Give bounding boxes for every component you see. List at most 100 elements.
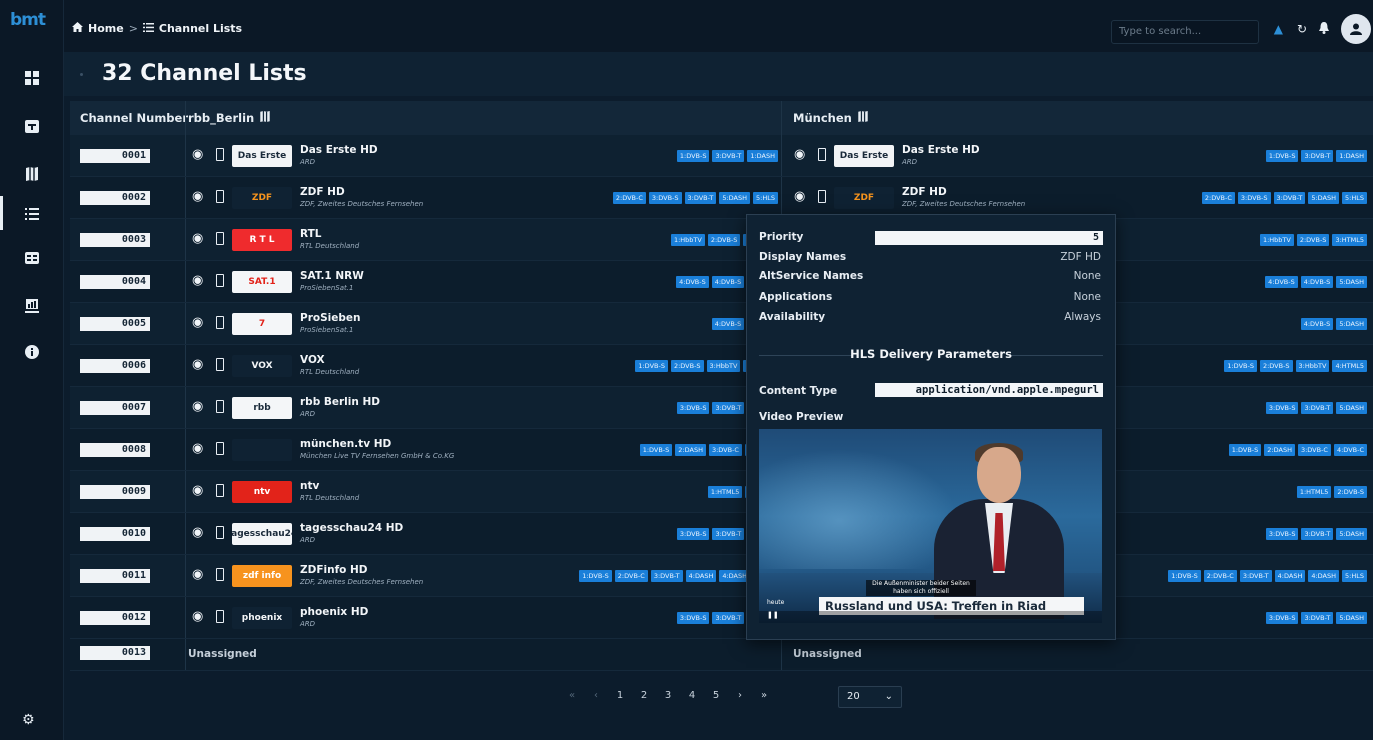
delivery-tag[interactable]: 3:DVB-T — [650, 570, 683, 582]
eye-icon[interactable]: ◉ — [794, 147, 805, 162]
eye-icon[interactable]: ◉ — [192, 441, 203, 456]
delivery-tag[interactable]: 5:DASH — [1308, 192, 1340, 204]
delivery-tag[interactable]: 5:DASH — [719, 192, 751, 204]
delivery-tag[interactable]: 4:DVB-S — [1300, 276, 1334, 288]
delivery-tag[interactable]: 4:DVB-S — [711, 318, 745, 330]
priority-input[interactable]: 5 — [875, 231, 1103, 245]
service-name[interactable]: SAT.1 NRW — [300, 270, 364, 282]
delivery-tag[interactable]: 1:HTML5 — [707, 486, 743, 498]
service-name[interactable]: ZDF HD — [902, 186, 947, 198]
delivery-tag[interactable]: 4:DVB-C — [1333, 444, 1367, 456]
delivery-tag[interactable]: 1:HTML5 — [1296, 486, 1332, 498]
delivery-tag[interactable]: 1:DVB-S — [1228, 444, 1262, 456]
delivery-tag[interactable]: 3:DVB-S — [1237, 192, 1271, 204]
home-icon[interactable] — [72, 22, 83, 35]
eye-icon[interactable]: ◉ — [192, 357, 203, 372]
eye-icon[interactable]: ◉ — [192, 315, 203, 330]
page-size-select[interactable]: 20 ⌄ — [838, 686, 902, 708]
service-name[interactable]: ZDFinfo HD — [300, 564, 368, 576]
delivery-tag[interactable]: 2:DASH — [1264, 444, 1295, 456]
service-name[interactable]: ZDF HD — [300, 186, 345, 198]
pause-icon[interactable]: ❚❚ — [767, 611, 779, 619]
service-name[interactable]: münchen.tv HD — [300, 438, 391, 450]
delivery-tag[interactable]: 2:DVB-S — [1296, 234, 1330, 246]
delivery-tag[interactable]: 1:DVB-S — [1224, 360, 1257, 372]
sim-card-icon[interactable] — [216, 442, 224, 455]
reports-icon[interactable] — [22, 296, 42, 316]
eye-icon[interactable]: ◉ — [192, 189, 203, 204]
delivery-tag[interactable]: 3:DVB-S — [1265, 612, 1299, 624]
prev-page-button[interactable]: ‹ — [584, 690, 608, 701]
eye-icon[interactable]: ◉ — [192, 525, 203, 540]
video-preview[interactable]: Die Außenminister beider Seiten haben si… — [759, 429, 1102, 623]
delivery-tag[interactable]: 5:HLS — [1342, 192, 1367, 204]
sim-card-icon[interactable] — [216, 610, 224, 623]
delivery-tag[interactable]: 2:DASH — [675, 444, 706, 456]
channel-number[interactable]: 0013 — [80, 646, 150, 660]
first-page-button[interactable]: « — [560, 690, 584, 701]
delivery-tag[interactable]: 2:DVB-C — [1201, 192, 1235, 204]
header-list2[interactable]: München — [793, 111, 868, 125]
eye-icon[interactable]: ◉ — [192, 609, 203, 624]
delivery-tag[interactable]: 3:DVB-T — [1301, 612, 1334, 624]
delivery-tag[interactable]: 1:DVB-S — [639, 444, 673, 456]
tv-icon[interactable] — [22, 116, 42, 136]
map-icon[interactable] — [858, 111, 868, 125]
content-type-input[interactable]: application/vnd.apple.mpegurl — [875, 383, 1103, 397]
eye-icon[interactable]: ◉ — [192, 231, 203, 246]
delivery-tag[interactable]: 2:DVB-S — [1334, 486, 1367, 498]
delivery-tag[interactable]: 4:HTML5 — [1332, 360, 1367, 372]
service-name[interactable]: rbb Berlin HD — [300, 396, 380, 408]
delivery-tag[interactable]: 3:DVB-C — [708, 444, 742, 456]
sim-card-icon[interactable] — [216, 484, 224, 497]
delivery-tag[interactable]: 3:DVB-T — [712, 402, 745, 414]
delivery-tag[interactable]: 3:DVB-T — [1239, 570, 1272, 582]
header-list1[interactable]: rbb_Berlin — [188, 111, 270, 125]
service-name[interactable]: VOX — [300, 354, 325, 366]
delivery-tag[interactable]: 2:DVB-S — [1259, 360, 1293, 372]
service-name[interactable]: Das Erste HD — [300, 144, 378, 156]
page-button[interactable]: 1 — [608, 690, 632, 701]
delivery-tag[interactable]: 5:DASH — [1336, 318, 1367, 330]
settings-icon[interactable]: ⚙ — [22, 712, 35, 728]
delivery-tag[interactable]: 1:DVB-S — [1265, 150, 1299, 162]
delivery-tag[interactable]: 3:DVB-T — [712, 150, 745, 162]
sim-card-icon[interactable] — [216, 190, 224, 203]
sim-card-icon[interactable] — [216, 568, 224, 581]
sim-card-icon[interactable] — [818, 148, 826, 161]
delivery-tag[interactable]: 1:DVB-S — [1168, 570, 1201, 582]
delivery-tag[interactable]: 2:DVB-C — [612, 192, 646, 204]
delivery-tag[interactable]: 3:DVB-T — [1301, 528, 1334, 540]
delivery-tag[interactable]: 4:DASH — [685, 570, 717, 582]
program-guide-icon[interactable] — [22, 248, 42, 268]
sim-card-icon[interactable] — [216, 316, 224, 329]
delivery-tag[interactable]: 3:DVB-T — [712, 528, 745, 540]
eye-icon[interactable]: ◉ — [192, 483, 203, 498]
notification-badge-icon[interactable]: ▲ — [1274, 22, 1283, 36]
delivery-tag[interactable]: 4:DVB-S — [1300, 318, 1334, 330]
delivery-tag[interactable]: 3:DVB-S — [1265, 402, 1299, 414]
service-name[interactable]: ProSieben — [300, 312, 360, 324]
delivery-tag[interactable]: 3:DVB-S — [676, 528, 710, 540]
delivery-tag[interactable]: 5:DASH — [1336, 276, 1367, 288]
delivery-tag[interactable]: 2:DVB-S — [670, 360, 704, 372]
page-button[interactable]: 5 — [704, 690, 728, 701]
list-icon[interactable] — [22, 204, 42, 224]
collapse-handle[interactable] — [80, 73, 83, 76]
delivery-tag[interactable]: 3:HbbTV — [706, 360, 741, 372]
sim-card-icon[interactable] — [216, 232, 224, 245]
delivery-tag[interactable]: 1:DASH — [1336, 150, 1367, 162]
delivery-tag[interactable]: 4:DVB-S — [711, 276, 745, 288]
service-name[interactable]: RTL — [300, 228, 321, 240]
delivery-tag[interactable]: 3:DVB-T — [1301, 150, 1334, 162]
delivery-tag[interactable]: 1:DVB-S — [635, 360, 668, 372]
delivery-tag[interactable]: 3:HbbTV — [1295, 360, 1330, 372]
delivery-tag[interactable]: 2:DVB-C — [1203, 570, 1237, 582]
sim-card-icon[interactable] — [216, 148, 224, 161]
delivery-tag[interactable]: 5:HLS — [753, 192, 778, 204]
user-avatar[interactable] — [1341, 14, 1371, 44]
delivery-tag[interactable]: 4:DVB-S — [676, 276, 709, 288]
service-name[interactable]: tagesschau24 HD — [300, 522, 403, 534]
delivery-tag[interactable]: 5:DASH — [1336, 612, 1367, 624]
dashboard-icon[interactable] — [22, 68, 42, 88]
